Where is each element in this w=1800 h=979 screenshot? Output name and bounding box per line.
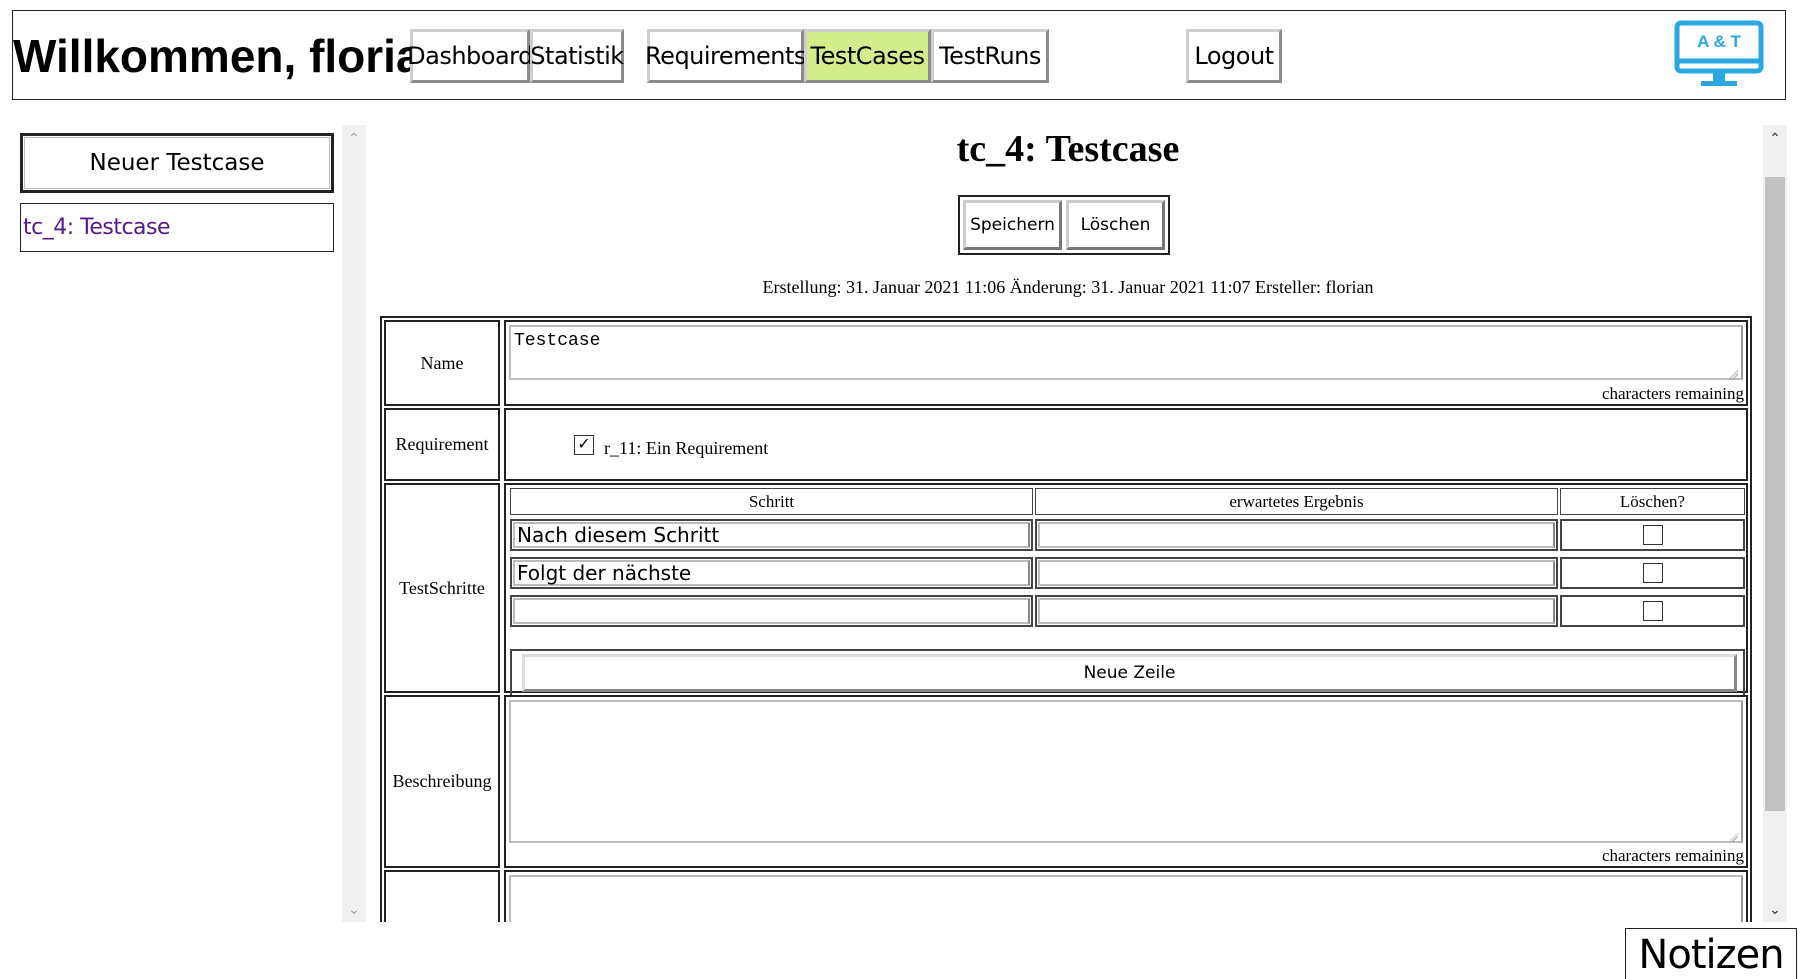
table-row: Folgt der nächste [510, 557, 1745, 591]
requirement-item-label: r_11: Ein Requirement [604, 438, 769, 458]
new-testcase-button[interactable]: Neuer Testcase [20, 133, 334, 193]
testcase-form: Name Testcase characters remaining Requi… [380, 316, 1752, 922]
welcome-title: Willkommen, florian [13, 30, 450, 82]
nav-statistik-button[interactable]: Statistik [530, 29, 624, 83]
description-label: Beschreibung [384, 695, 500, 868]
col-header-expected: erwartetes Ergebnis [1035, 488, 1558, 515]
teststeps-label: TestSchritte [384, 483, 500, 693]
testcase-editor: tc_4: Testcase Speichern Löschen Erstell… [376, 125, 1760, 922]
col-header-step: Schritt [510, 488, 1033, 515]
form-row-teststeps: TestSchritte Schritt erwartetes Ergebnis… [384, 483, 1748, 697]
table-row [510, 595, 1745, 629]
add-row-cell: Neue Zeile [510, 649, 1745, 697]
nav-dashboard-button[interactable]: Dashboard [407, 29, 533, 83]
metadata-text: Erstellung: 31. Januar 2021 11:06 Änderu… [762, 277, 1374, 297]
step-input[interactable] [513, 598, 1030, 624]
next-row-textarea[interactable] [509, 875, 1743, 922]
step-input[interactable]: Folgt der nächste [513, 560, 1030, 586]
logo-monitor-icon: A & T [1673, 19, 1771, 89]
name-cell: Testcase characters remaining [504, 320, 1748, 406]
sidebar-scrollbar[interactable]: ⌃ ⌄ [342, 125, 366, 922]
form-row-description: Beschreibung characters remaining [384, 695, 1748, 868]
form-row-next [384, 870, 1748, 922]
nav-logout-button[interactable]: Logout [1186, 29, 1282, 83]
logo-text: A & T [1697, 32, 1741, 51]
scroll-down-icon[interactable]: ⌄ [342, 898, 366, 920]
scroll-down-icon[interactable]: ⌄ [1763, 898, 1787, 920]
resize-grip-icon[interactable] [1728, 370, 1738, 380]
step-input[interactable]: Nach diesem Schritt [513, 522, 1030, 548]
main-scrollbar[interactable]: ⌃ ⌄ [1763, 125, 1787, 922]
delete-step-checkbox[interactable] [1642, 601, 1663, 621]
scroll-up-icon[interactable]: ⌃ [1763, 127, 1787, 149]
name-chars-remaining: characters remaining [1601, 384, 1744, 403]
nav-requirements-button[interactable]: Requirements [645, 29, 806, 83]
add-row-button[interactable]: Neue Zeile [522, 654, 1737, 692]
name-textarea[interactable]: Testcase [509, 325, 1743, 380]
description-cell: characters remaining [504, 695, 1748, 868]
expected-result-input[interactable] [1038, 560, 1555, 586]
nav-testcases-button[interactable]: TestCases [804, 29, 931, 83]
delete-step-checkbox[interactable] [1642, 563, 1663, 583]
requirement-checkbox[interactable]: ✓ [574, 434, 594, 455]
sidebar-item-testcase[interactable]: tc_4: Testcase [20, 203, 334, 252]
delete-step-checkbox[interactable] [1642, 525, 1663, 545]
col-header-delete: Löschen? [1560, 488, 1745, 515]
table-row: Nach diesem Schritt [510, 519, 1745, 553]
save-button[interactable]: Speichern [963, 200, 1062, 250]
expected-result-input[interactable] [1038, 522, 1555, 548]
page-title: tc_4: Testcase [956, 128, 1180, 170]
teststeps-cell: Schritt erwartetes Ergebnis Löschen? Nac… [504, 483, 1748, 697]
delete-button[interactable]: Löschen [1066, 200, 1165, 250]
resize-grip-icon[interactable] [1728, 832, 1738, 842]
requirement-label: Requirement [384, 408, 500, 481]
next-row-label [384, 870, 500, 922]
form-row-requirement: Requirement ✓ r_11: Ein Requirement [384, 408, 1748, 481]
description-textarea[interactable] [509, 700, 1743, 843]
scroll-up-icon[interactable]: ⌃ [342, 127, 366, 149]
action-button-group: Speichern Löschen [958, 195, 1170, 255]
scrollbar-thumb[interactable] [1765, 177, 1785, 811]
nav-testruns-button[interactable]: TestRuns [931, 29, 1049, 83]
next-row-cell [504, 870, 1748, 922]
notes-button[interactable]: Notizen [1625, 928, 1797, 979]
expected-result-input[interactable] [1038, 598, 1555, 624]
requirement-cell: ✓ r_11: Ein Requirement [504, 408, 1748, 481]
header-bar: Willkommen, florian Dashboard Statistik … [12, 10, 1786, 100]
form-row-name: Name Testcase characters remaining [384, 320, 1748, 406]
steps-header-row: Schritt erwartetes Ergebnis Löschen? [510, 488, 1745, 516]
name-label: Name [384, 320, 500, 406]
description-chars-remaining: characters remaining [1601, 846, 1744, 865]
